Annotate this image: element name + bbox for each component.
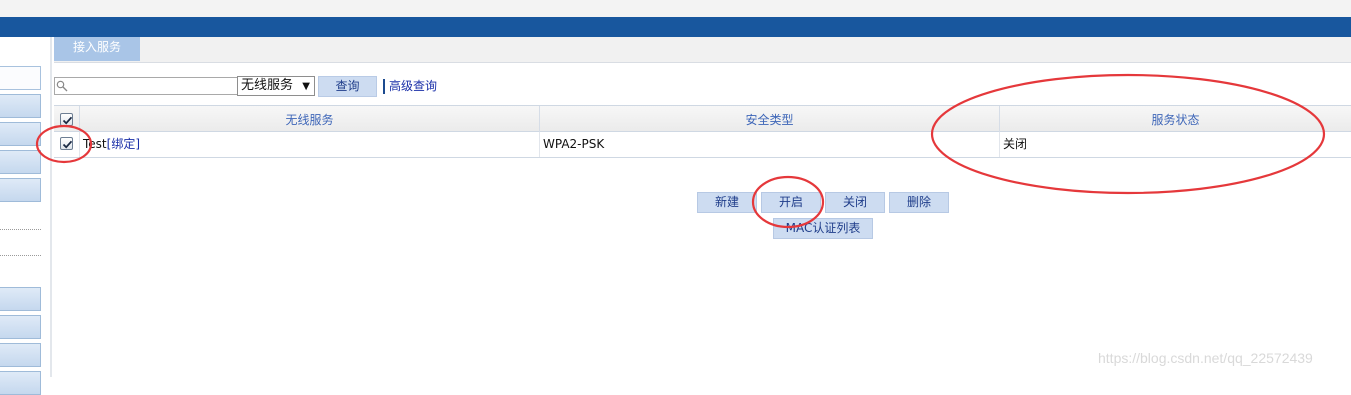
chevron-down-icon: ▼	[302, 81, 310, 92]
separator-bar	[383, 79, 385, 94]
sidebar-button[interactable]	[0, 178, 41, 202]
cell-security-type: WPA2-PSK	[540, 132, 1000, 157]
top-strip	[0, 0, 1351, 17]
open-button[interactable]: 开启	[761, 192, 821, 213]
select-value: 无线服务	[241, 78, 294, 93]
column-header-status[interactable]: 服务状态	[1000, 106, 1351, 132]
row-checkbox[interactable]	[60, 137, 73, 150]
search-icon	[56, 80, 68, 92]
header-checkbox-cell	[54, 106, 80, 132]
row-checkbox-cell	[54, 132, 80, 157]
sidebar-button[interactable]	[0, 122, 41, 146]
sidebar-divider	[0, 229, 41, 230]
table-header: 无线服务 安全类型 服务状态	[54, 105, 1351, 132]
service-name[interactable]: Test	[83, 137, 107, 151]
new-button[interactable]: 新建	[697, 192, 757, 213]
select-all-checkbox[interactable]	[60, 113, 73, 126]
search-box[interactable]	[54, 77, 238, 95]
cell-service-status: 关闭	[1003, 137, 1028, 151]
column-header-security[interactable]: 安全类型	[540, 106, 1000, 132]
sidebar-button[interactable]	[0, 315, 41, 339]
sidebar-button[interactable]	[0, 150, 41, 174]
sidebar-splitter[interactable]	[50, 37, 52, 377]
watermark: https://blog.csdn.net/qq_22572439	[1098, 350, 1313, 366]
sidebar-button[interactable]	[0, 287, 41, 311]
mac-auth-list-button[interactable]: MAC认证列表	[773, 218, 873, 239]
cell-service-name: Test[绑定]	[80, 132, 540, 157]
query-button[interactable]: 查询	[318, 76, 377, 97]
left-sidebar	[0, 37, 50, 395]
delete-button[interactable]: 删除	[889, 192, 949, 213]
advanced-query-link[interactable]: 高级查询	[389, 79, 437, 94]
table-row[interactable]: Test[绑定] WPA2-PSK 关闭	[54, 132, 1351, 158]
sidebar-button[interactable]	[0, 343, 41, 367]
sidebar-search-box[interactable]	[0, 66, 41, 90]
tab-bar	[54, 37, 1351, 63]
sidebar-divider	[0, 255, 41, 256]
search-input[interactable]	[69, 78, 235, 94]
column-header-service[interactable]: 无线服务	[80, 106, 540, 132]
tab-access-service[interactable]: 接入服务	[54, 37, 140, 61]
sidebar-button[interactable]	[0, 371, 41, 395]
bind-link[interactable]: [绑定]	[107, 137, 140, 151]
service-type-select[interactable]: 无线服务 ▼	[237, 76, 315, 96]
close-button[interactable]: 关闭	[825, 192, 885, 213]
sidebar-button[interactable]	[0, 94, 41, 118]
header-bar	[0, 17, 1351, 37]
